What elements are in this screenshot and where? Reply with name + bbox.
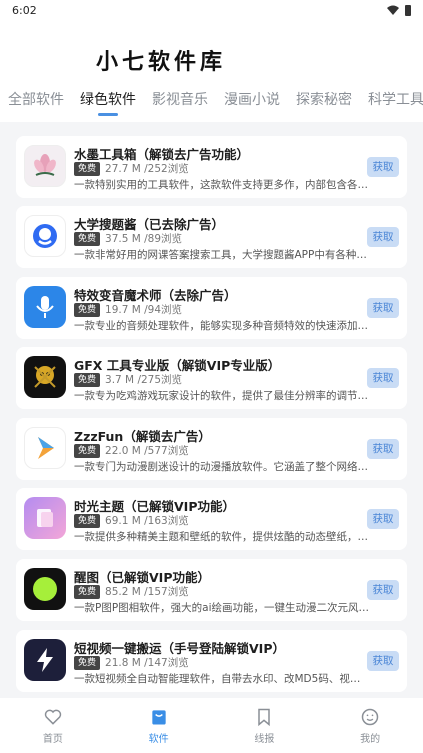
nav-home-label: 首页 <box>42 733 63 745</box>
status-time: 6:02 <box>12 3 37 17</box>
free-badge: 免费 <box>74 302 101 317</box>
green-dot-icon <box>24 568 66 610</box>
app-size-views: 85.2 M /157浏览 <box>105 586 189 598</box>
microphone-icon <box>24 286 66 328</box>
app-description: 一款P图P图相软件，强大的ai绘画功能，一键生动漫二次元风格照，… <box>74 602 370 614</box>
lightning-icon <box>24 639 66 681</box>
app-meta: 免费 22.0 M /577浏览 <box>74 443 189 458</box>
tab-video-music[interactable]: 影视音乐 <box>144 82 216 118</box>
app-title: 小七软件库 <box>96 49 227 75</box>
get-button[interactable]: 获取 <box>367 651 399 671</box>
app-description: 一款专门为动漫剧迷设计的动漫播放软件。它涵盖了整个网络的质… <box>74 461 370 473</box>
free-badge: 免费 <box>74 655 101 670</box>
free-badge: 免费 <box>74 584 101 599</box>
get-button[interactable]: 获取 <box>367 580 399 600</box>
heart-icon <box>44 709 62 725</box>
theme-icon <box>24 497 66 539</box>
nav-home[interactable]: 首页 <box>18 707 88 745</box>
bag-icon <box>151 709 166 724</box>
tab-comics-novels[interactable]: 漫画小说 <box>216 82 288 118</box>
search-bubble-icon <box>24 215 66 257</box>
app-meta: 免费 37.5 M /89浏览 <box>74 231 182 246</box>
app-size-views: 69.1 M /163浏览 <box>105 515 189 527</box>
get-button[interactable]: 获取 <box>367 298 399 318</box>
free-badge: 免费 <box>74 372 101 387</box>
nav-profile[interactable]: 我的 <box>335 707 405 745</box>
app-size-views: 19.7 M /94浏览 <box>105 304 183 316</box>
app-card[interactable]: 醒图（已解锁VIP功能） 免费 85.2 M /157浏览 一款P图P图相软件，强… <box>16 559 407 621</box>
app-size-views: 21.8 M /147浏览 <box>105 657 189 669</box>
status-bar: 6:02 <box>0 0 423 20</box>
free-badge: 免费 <box>74 513 101 528</box>
nav-software-label: 软件 <box>148 733 169 745</box>
app-list: 水墨工具箱（解锁去广告功能） 免费 27.7 M /252浏览 一款特别实用的工具… <box>0 122 423 698</box>
battery-icon <box>405 4 411 16</box>
bookmark-icon <box>258 708 271 726</box>
app-card[interactable]: 大学搜题酱（已去除广告） 免费 37.5 M /89浏览 一款非常好用的网课答案搜… <box>16 206 407 268</box>
app-size-views: 27.7 M /252浏览 <box>105 163 189 175</box>
get-button[interactable]: 获取 <box>367 509 399 529</box>
app-card[interactable]: 短视频一键搬运（手号登陆解锁VIP） 免费 21.8 M /147浏览 一款短视频… <box>16 630 407 692</box>
get-button[interactable]: 获取 <box>367 439 399 459</box>
tab-science-tools[interactable]: 科学工具 <box>360 82 423 118</box>
get-button[interactable]: 获取 <box>367 227 399 247</box>
app-size-views: 22.0 M /577浏览 <box>105 445 189 457</box>
app-description: 一款短视频全自动智能理软件，自带去水印、改MD5码、视频去重… <box>74 673 370 685</box>
tab-green-software[interactable]: 绿色软件 <box>72 82 144 118</box>
free-badge: 免费 <box>74 161 101 176</box>
app-description: 一款特别实用的工具软件，这款软件支持更多作，内部包含各种实… <box>74 179 370 191</box>
nav-profile-label: 我的 <box>360 733 381 745</box>
nav-software[interactable]: 软件 <box>124 707 194 745</box>
app-meta: 免费 85.2 M /157浏览 <box>74 584 189 599</box>
get-button[interactable]: 获取 <box>367 368 399 388</box>
app-card[interactable]: 水墨工具箱（解锁去广告功能） 免费 27.7 M /252浏览 一款特别实用的工具… <box>16 136 407 198</box>
app-description: 一款专业的音频处理软件，能够实现多种音频特效的快速添加和编辑… <box>74 320 370 332</box>
app-card[interactable]: GFX 工具专业版（解锁VIP专业版） 免费 3.7 M /275浏览 一款专为吃… <box>16 347 407 409</box>
app-card[interactable]: 时光主题（已解锁VIP功能） 免费 69.1 M /163浏览 一款提供多种精美主… <box>16 488 407 550</box>
nav-tips-label: 线报 <box>254 733 275 745</box>
bottom-nav: 首页 软件 线报 我的 <box>0 698 423 753</box>
app-description: 一款专为吃鸡游戏玩家设计的软件，提供了最佳分辨率的调节、最… <box>74 390 370 402</box>
app-meta: 免费 3.7 M /275浏览 <box>74 372 182 387</box>
app-card[interactable]: ZzzFun（解锁去广告） 免费 22.0 M /577浏览 一款专门为动漫剧迷设… <box>16 418 407 480</box>
tab-all-software[interactable]: 全部软件 <box>0 82 72 118</box>
app-description: 一款非常好用的网课答案搜索工具，大学搜题酱APP中有各种类型… <box>74 249 370 261</box>
app-description: 一款提供多种精美主题和壁纸的软件，提供炫酷的动态壁纸，让用… <box>74 531 370 543</box>
app-meta: 免费 21.8 M /147浏览 <box>74 655 189 670</box>
wifi-icon <box>387 5 399 15</box>
play-arrow-icon <box>24 427 66 469</box>
app-size-views: 3.7 M /275浏览 <box>105 374 183 386</box>
free-badge: 免费 <box>74 443 101 458</box>
get-button[interactable]: 获取 <box>367 157 399 177</box>
status-icons <box>387 4 411 16</box>
smiley-icon <box>361 708 379 725</box>
nav-tips[interactable]: 线报 <box>229 707 299 745</box>
app-card[interactable]: 特效变音魔术师（去除广告） 免费 19.7 M /94浏览 一款专业的音频处理软件… <box>16 277 407 339</box>
gfx-icon <box>24 356 66 398</box>
lotus-icon <box>24 145 66 187</box>
category-tabs: 全部软件 绿色软件 影视音乐 漫画小说 探索秘密 科学工具 其它 <box>0 82 423 118</box>
app-size-views: 37.5 M /89浏览 <box>105 233 183 245</box>
app-meta: 免费 19.7 M /94浏览 <box>74 302 182 317</box>
app-meta: 免费 27.7 M /252浏览 <box>74 161 189 176</box>
tab-explore-secrets[interactable]: 探索秘密 <box>288 82 360 118</box>
app-meta: 免费 69.1 M /163浏览 <box>74 513 189 528</box>
free-badge: 免费 <box>74 231 101 246</box>
